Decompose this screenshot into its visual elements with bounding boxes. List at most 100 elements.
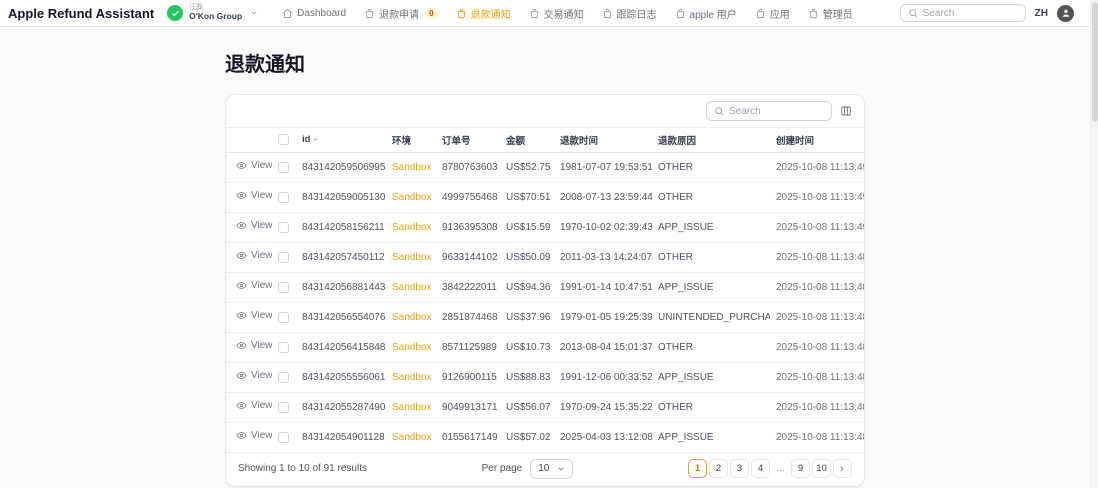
global-search-input[interactable]: [923, 8, 1018, 19]
view-label: View: [251, 160, 272, 171]
user-avatar[interactable]: [1057, 5, 1074, 22]
view-button[interactable]: View: [232, 370, 272, 381]
view-button[interactable]: View: [232, 160, 272, 171]
row-checkbox[interactable]: [278, 282, 289, 293]
tenant-menu[interactable]: 汪磊 O'Kon Group: [167, 4, 258, 21]
page-button-3[interactable]: 3: [730, 459, 749, 478]
table-row: View 843142056554076 Sandbox 2851874468 …: [226, 302, 864, 332]
nav-label: Dashboard: [297, 8, 346, 19]
nav-label: 退款通知: [471, 6, 511, 21]
per-page-select[interactable]: 10: [530, 459, 573, 479]
cell-reason: OTHER: [652, 392, 770, 422]
column-header-reason: 退款原因: [652, 128, 770, 152]
nav-item-trace-logs[interactable]: 跟踪日志: [602, 6, 657, 21]
row-checkbox[interactable]: [278, 432, 289, 443]
page-button-2[interactable]: 2: [709, 459, 728, 478]
table-row: View 843142059005130 Sandbox 4999755468 …: [226, 182, 864, 212]
cell-created: 2025-10-08 11:13:49: [770, 152, 864, 182]
table-row: View 843142055556061 Sandbox 9126900115 …: [226, 362, 864, 392]
table-header-row: id 环境 订单号 金额 退款时间 退款原因 创建时间: [226, 128, 864, 152]
table-row: View 843142059506995 Sandbox 8780763603 …: [226, 152, 864, 182]
toggle-columns-button[interactable]: [838, 103, 854, 119]
cell-created: 2025-10-08 11:13:48: [770, 362, 864, 392]
table-row: View 843142056881443 Sandbox 3842222011 …: [226, 272, 864, 302]
env-link[interactable]: Sandbox: [392, 162, 431, 173]
nav-badge: 0: [425, 8, 437, 19]
chevron-right-icon: [838, 465, 846, 473]
bag-icon: [529, 8, 540, 19]
table-row: View 843142056415848 Sandbox 8571125989 …: [226, 332, 864, 362]
table-search-input[interactable]: [729, 106, 824, 117]
row-checkbox[interactable]: [278, 252, 289, 263]
view-button[interactable]: View: [232, 310, 272, 321]
row-checkbox[interactable]: [278, 342, 289, 353]
select-all-cell: [272, 128, 296, 152]
eye-icon: [236, 190, 247, 201]
scrollbar-thumb[interactable]: [1092, 2, 1098, 122]
eye-icon: [236, 310, 247, 321]
cell-refund-time: 1991-01-14 10:47:51: [554, 272, 652, 302]
view-button[interactable]: View: [232, 190, 272, 201]
view-button[interactable]: View: [232, 340, 272, 351]
view-button[interactable]: View: [232, 220, 272, 231]
search-icon: [714, 106, 724, 116]
env-link[interactable]: Sandbox: [392, 432, 431, 443]
row-checkbox[interactable]: [278, 372, 289, 383]
row-checkbox[interactable]: [278, 222, 289, 233]
page-scrollbar[interactable]: [1090, 0, 1098, 488]
page-button-1[interactable]: 1: [688, 459, 707, 478]
env-link[interactable]: Sandbox: [392, 402, 431, 413]
column-label: id: [302, 134, 310, 145]
global-search[interactable]: [900, 4, 1026, 22]
per-page-value: 10: [538, 463, 549, 474]
env-link[interactable]: Sandbox: [392, 342, 431, 353]
refund-notifications-table-card: id 环境 订单号 金额 退款时间 退款原因 创建时间: [225, 94, 865, 487]
cell-amount: US$94.36: [500, 272, 554, 302]
row-checkbox[interactable]: [278, 162, 289, 173]
nav-item-transaction-notifications[interactable]: 交易通知: [529, 6, 584, 21]
nav-item-refund-requests[interactable]: 退款申请 0: [364, 6, 437, 21]
env-link[interactable]: Sandbox: [392, 192, 431, 203]
tenant-company: O'Kon Group: [189, 12, 242, 21]
view-label: View: [251, 430, 272, 441]
env-link[interactable]: Sandbox: [392, 282, 431, 293]
nav-item-refund-notifications[interactable]: 退款通知: [456, 6, 511, 21]
table-footer: Showing 1 to 10 of 91 results Per page 1…: [226, 453, 864, 486]
columns-icon: [840, 105, 852, 117]
nav-label: apple 用户: [690, 6, 737, 21]
per-page-group: Per page 10: [482, 459, 574, 479]
per-page-label: Per page: [482, 463, 523, 474]
cell-order: 4999755468: [436, 182, 500, 212]
view-label: View: [251, 280, 272, 291]
language-switcher[interactable]: ZH: [1035, 8, 1048, 19]
view-button[interactable]: View: [232, 400, 272, 411]
view-label: View: [251, 400, 272, 411]
table-search[interactable]: [706, 101, 832, 121]
nav-item-admins[interactable]: 管理员: [808, 6, 853, 21]
env-link[interactable]: Sandbox: [392, 312, 431, 323]
next-page-button[interactable]: [833, 459, 852, 478]
view-button[interactable]: View: [232, 280, 272, 291]
nav-item-dashboard[interactable]: Dashboard: [282, 8, 346, 19]
cell-id: 843142055287490: [296, 392, 386, 422]
env-link[interactable]: Sandbox: [392, 372, 431, 383]
row-checkbox[interactable]: [278, 402, 289, 413]
view-button[interactable]: View: [232, 430, 272, 441]
cell-created: 2025-10-08 11:13:48: [770, 302, 864, 332]
refund-notifications-table: id 环境 订单号 金额 退款时间 退款原因 创建时间: [226, 128, 864, 453]
nav-item-apple-users[interactable]: apple 用户: [675, 6, 737, 21]
nav-item-apps[interactable]: 应用: [755, 6, 790, 21]
page-button-10[interactable]: 10: [812, 459, 831, 478]
view-button[interactable]: View: [232, 250, 272, 261]
search-icon: [908, 8, 918, 18]
sort-chevron-icon: [312, 136, 319, 143]
column-header-id[interactable]: id: [296, 128, 386, 152]
select-all-checkbox[interactable]: [278, 134, 289, 145]
env-link[interactable]: Sandbox: [392, 222, 431, 233]
env-link[interactable]: Sandbox: [392, 252, 431, 263]
row-checkbox[interactable]: [278, 312, 289, 323]
row-checkbox[interactable]: [278, 192, 289, 203]
cell-id: 843142058156211: [296, 212, 386, 242]
page-button-9[interactable]: 9: [791, 459, 810, 478]
page-button-4[interactable]: 4: [751, 459, 770, 478]
